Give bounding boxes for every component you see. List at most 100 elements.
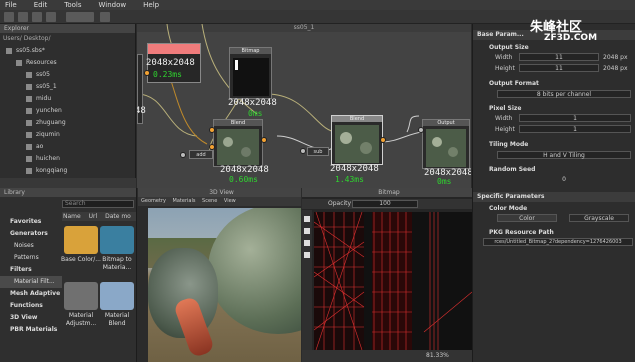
library-search-input[interactable]: Search	[62, 200, 134, 208]
3d-view-panel: 3D View Geometry Materials Scene View	[138, 188, 301, 362]
layout-icon[interactable]	[100, 12, 110, 22]
node-title: Output	[423, 120, 469, 126]
3d-sphere-mesh	[208, 208, 301, 334]
uv-wireframe	[314, 212, 472, 350]
node-port[interactable]	[380, 137, 386, 143]
menu-view[interactable]: View	[224, 198, 236, 204]
library-tile[interactable]	[100, 226, 134, 254]
3d-viewport[interactable]	[148, 208, 301, 362]
random-seed-field[interactable]: 0	[497, 176, 631, 184]
library-category[interactable]: Functions	[0, 300, 62, 312]
node-port[interactable]	[209, 127, 215, 133]
output-width-field[interactable]: 11	[519, 53, 599, 61]
column-url[interactable]: Url	[89, 213, 98, 220]
library-category[interactable]: Filters	[0, 264, 62, 276]
specific-parameters-header[interactable]: Specific Parameters	[473, 192, 635, 202]
save-all-icon[interactable]	[46, 12, 56, 22]
explorer-tree-item[interactable]: huichen	[0, 153, 136, 165]
library-category[interactable]: 3D View	[0, 312, 62, 324]
explorer-item-label: zhuguang	[36, 119, 66, 126]
channel-icon[interactable]	[304, 228, 310, 234]
pixel-height-field[interactable]: 1	[519, 125, 631, 133]
resource-icon	[26, 155, 32, 162]
menu-tools[interactable]: Tools	[64, 1, 81, 9]
library-tile-label: Bitmap to Materia...	[102, 256, 132, 271]
explorer-tree-item[interactable]: ziqumin	[0, 129, 136, 141]
node-timing: 0.23ms	[153, 70, 182, 79]
library-category[interactable]: Material Filt...	[0, 276, 62, 288]
menu-scene[interactable]: Scene	[202, 198, 217, 204]
menu-file[interactable]: File	[5, 1, 17, 9]
explorer-item-label: ziqumin	[36, 131, 60, 138]
save-icon[interactable]	[32, 12, 42, 22]
explorer-item-label: ao	[36, 143, 44, 150]
color-mode-color-button[interactable]: Color	[497, 214, 557, 222]
explorer-tree-item[interactable]: kongqiang	[0, 165, 136, 177]
node-port[interactable]	[261, 137, 267, 143]
graph-node-blend-1[interactable]: Blend	[213, 119, 263, 167]
library-category[interactable]: Patterns	[0, 252, 62, 264]
node-port[interactable]	[300, 148, 306, 154]
pixel-width-label: Width	[495, 115, 513, 122]
graph-node-output[interactable]: Output	[422, 119, 470, 169]
menu-help[interactable]: Help	[143, 1, 159, 9]
output-format-select[interactable]: 8 bits per channel	[497, 90, 631, 98]
library-tile[interactable]	[64, 282, 98, 310]
zoom-level[interactable]: 81.33%	[426, 352, 449, 359]
color-mode-grayscale-button[interactable]: Grayscale	[569, 214, 629, 222]
color-mode-label: Color Mode	[489, 205, 528, 212]
explorer-tree-item[interactable]: ss05	[0, 69, 136, 81]
library-tile[interactable]	[64, 226, 98, 254]
graph-node-sub[interactable]: sub	[307, 147, 329, 156]
explorer-title: Explorer	[0, 24, 135, 33]
graph-node-add[interactable]: add	[189, 150, 213, 159]
menu-bar: File Edit Tools Window Help	[0, 0, 635, 10]
explorer-tree-item[interactable]: midu	[0, 93, 136, 105]
column-name[interactable]: Name	[63, 213, 81, 220]
library-title: Library	[0, 188, 136, 197]
node-port[interactable]	[144, 70, 150, 76]
node-resolution: 2048x2048	[220, 165, 269, 175]
explorer-tree-item[interactable]: Resources	[0, 57, 136, 69]
library-category[interactable]: Mesh Adaptive	[0, 288, 62, 300]
column-date[interactable]: Date mo	[105, 213, 131, 220]
2d-viewport[interactable]	[314, 212, 472, 350]
node-port[interactable]	[418, 127, 424, 133]
graph-view[interactable]: ss05_1 48 2048x2048 0.23ms Bitmap 2048x2…	[137, 24, 471, 188]
output-height-field[interactable]: 11	[519, 64, 599, 72]
graph-node-blend-2[interactable]: Blend	[331, 115, 383, 165]
explorer-tree-item[interactable]: zhuguang	[0, 117, 136, 129]
library-category[interactable]: PBR Materials	[0, 324, 62, 336]
library-category[interactable]: Generators	[0, 228, 62, 240]
channel-icon[interactable]	[304, 240, 310, 246]
channel-icon[interactable]	[304, 252, 310, 258]
new-file-icon[interactable]	[4, 12, 14, 22]
resource-path-field[interactable]: rces/Untitled_Bitmap_2?dependency=127642…	[483, 238, 633, 246]
channel-icon[interactable]	[304, 216, 310, 222]
publish-button[interactable]	[66, 12, 94, 22]
open-file-icon[interactable]	[18, 12, 28, 22]
menu-window[interactable]: Window	[99, 1, 127, 9]
properties-panel: Base Param... Output Size Width 11 2048 …	[472, 24, 635, 362]
3d-view-menu: Geometry Materials Scene View	[138, 197, 301, 206]
tiling-mode-select[interactable]: H and V Tiling	[497, 151, 631, 159]
library-category[interactable]: Noises	[0, 240, 62, 252]
library-category[interactable]: Favorites	[0, 216, 62, 228]
opacity-label: Opacity	[328, 200, 352, 207]
explorer-tree-item[interactable]: yunchen	[0, 105, 136, 117]
node-title: Blend	[332, 116, 382, 122]
node-port[interactable]	[180, 152, 186, 158]
explorer-tree-item[interactable]: ss05.sbs*	[0, 45, 136, 57]
explorer-item-label: ss05_1	[36, 83, 57, 90]
explorer-tree-item[interactable]: ss05_1	[0, 81, 136, 93]
menu-geometry[interactable]: Geometry	[141, 198, 166, 204]
graph-node-bitmap[interactable]: Bitmap	[229, 47, 272, 99]
explorer-item-label: ss05.sbs*	[16, 47, 45, 54]
menu-materials[interactable]: Materials	[173, 198, 196, 204]
library-tile[interactable]	[100, 282, 134, 310]
library-tile-label: Base Color/...	[61, 256, 101, 263]
opacity-field[interactable]: 100	[352, 200, 418, 208]
pixel-width-field[interactable]: 1	[519, 114, 631, 122]
explorer-tree-item[interactable]: ao	[0, 141, 136, 153]
menu-edit[interactable]: Edit	[34, 1, 48, 9]
